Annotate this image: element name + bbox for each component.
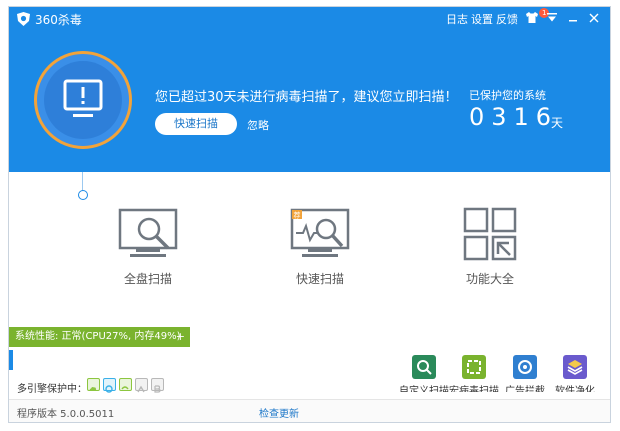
quick-scan-feature-button[interactable]: 荐 快速扫描 [275, 207, 365, 287]
dropdown-menu-icon[interactable] [545, 10, 559, 25]
ad-block-icon [513, 355, 537, 379]
software-purify-label: 软件净化 [555, 386, 595, 392]
title-bar: 360杀毒 日志 设置 反馈 1 [9, 7, 610, 31]
four-grid-icon [463, 207, 517, 261]
side-indicator [9, 350, 13, 370]
quick-scan-feature-label: 快速扫描 [295, 272, 344, 286]
performance-text: 系统性能: 正常(CPU27%, 内存49%) [15, 331, 181, 342]
all-features-button[interactable]: 功能大全 [445, 207, 535, 287]
close-icon[interactable] [587, 10, 601, 26]
main-window: 360杀毒 日志 设置 反馈 1 您已超过30天未进行病毒扫描了，建议您立即扫描… [8, 6, 611, 423]
expand-icon[interactable]: + [176, 327, 185, 347]
qvm-engine-icon[interactable] [103, 378, 116, 393]
cloud-engine-icon[interactable] [87, 378, 100, 391]
status-header: 360杀毒 日志 设置 反馈 1 您已超过30天未进行病毒扫描了，建议您立即扫描… [9, 7, 610, 172]
menu-feedback[interactable]: 反馈 [496, 11, 518, 27]
status-footer: 程序版本 5.0.0.5011 检查更新 [9, 399, 610, 422]
connector-line [82, 172, 83, 191]
menu-log[interactable]: 日志 [446, 11, 468, 27]
software-purify-tool[interactable]: 软件净化 [545, 355, 605, 392]
avira-engine-icon[interactable] [135, 378, 148, 393]
full-scan-button[interactable]: 全盘扫描 [103, 207, 193, 287]
ring-center [44, 61, 122, 139]
bitdefender-engine-icon[interactable] [151, 378, 164, 393]
system-performance-bar[interactable]: 系统性能: 正常(CPU27%, 内存49%) + [9, 327, 190, 347]
svg-text:荐: 荐 [294, 211, 301, 220]
monitor-pulse-magnifier-icon: 荐 [290, 208, 350, 257]
shirt-skin-icon[interactable] [525, 10, 539, 26]
scan-alert-text: 您已超过30天未进行病毒扫描了，建议您立即扫描！ [155, 90, 458, 105]
macro-virus-scan-icon [462, 355, 486, 379]
full-scan-label: 全盘扫描 [123, 272, 172, 286]
custom-scan-icon [412, 355, 436, 379]
protected-label: 已保护您的系统 [469, 89, 546, 102]
protected-days-count: 0316 [469, 103, 559, 131]
minimize-icon[interactable] [566, 10, 580, 26]
quick-scan-button[interactable]: 快速扫描 [155, 113, 237, 135]
system-repair-engine-icon[interactable] [119, 378, 132, 391]
shield-logo-icon [17, 12, 30, 26]
all-features-label: 功能大全 [465, 272, 514, 286]
monitor-warning-icon [63, 79, 103, 117]
connector-dot [78, 190, 88, 200]
app-title: 360杀毒 [35, 13, 82, 27]
monitor-magnifier-icon [118, 208, 178, 257]
engine-protection-label: 多引擎保护中： [17, 384, 87, 395]
software-purify-icon [563, 355, 587, 379]
program-version: 程序版本 5.0.0.5011 [17, 409, 115, 420]
protection-ring [34, 51, 132, 149]
ignore-link[interactable]: 忽略 [247, 117, 269, 133]
menu-settings[interactable]: 设置 [471, 11, 493, 27]
days-unit: 天 [551, 116, 564, 130]
check-update-link[interactable]: 检查更新 [259, 405, 299, 420]
